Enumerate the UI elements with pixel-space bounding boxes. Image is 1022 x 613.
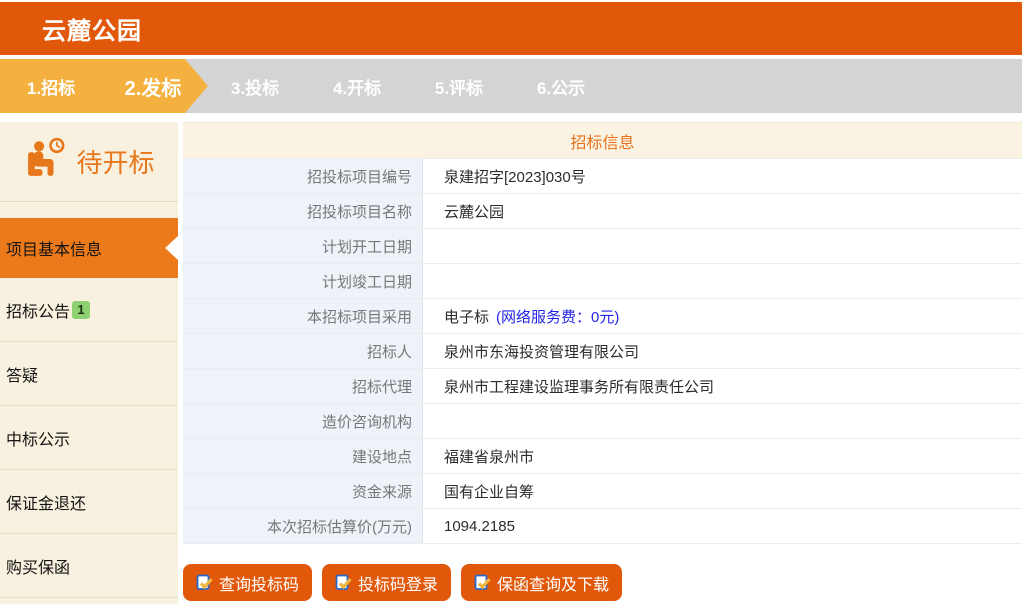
action-button-label: 投标码登录: [358, 571, 438, 595]
row-value-text: 国有企业自筹: [444, 481, 534, 502]
row-value: 泉州市东海投资管理有限公司: [423, 334, 1022, 368]
row-label: 招标人: [183, 334, 423, 368]
action-button-label: 保函查询及下载: [497, 571, 609, 595]
row-value-text: 1094.2185: [444, 518, 515, 535]
row-label: 计划开工日期: [183, 229, 423, 263]
sidebar-item-label: 保证金退还: [6, 490, 86, 514]
step-item[interactable]: 4.开标: [306, 74, 408, 99]
row-label: 招标代理: [183, 369, 423, 403]
sidebar-item-label: 答疑: [6, 362, 38, 386]
row-value: 云麓公园: [423, 194, 1022, 228]
waiting-person-clock-icon: [23, 137, 67, 186]
step-item[interactable]: 6.公示: [510, 74, 612, 99]
step-item[interactable]: 3.投标: [204, 74, 306, 99]
row-label: 招投标项目名称: [183, 194, 423, 228]
row-value: 泉州市工程建设监理事务所有限责任公司: [423, 369, 1022, 403]
table-row: 建设地点 福建省泉州市: [183, 439, 1022, 474]
row-label: 本招标项目采用: [183, 299, 423, 333]
table-title: 招标信息: [183, 123, 1022, 159]
sidebar-menu: 项目基本信息 招标公告 1 答疑 中标公示 保证金退还: [0, 218, 178, 598]
step-item[interactable]: 2.发标: [102, 72, 204, 101]
content-area: 待开标 项目基本信息 招标公告 1 答疑 中标公示: [0, 122, 1022, 604]
row-value: 福建省泉州市: [423, 439, 1022, 473]
row-value: 1094.2185: [423, 509, 1022, 543]
active-item-caret-icon: [165, 236, 178, 260]
form-check-icon: [474, 574, 491, 591]
sidebar-item[interactable]: 保证金退还: [0, 470, 178, 534]
step-item[interactable]: 5.评标: [408, 74, 510, 99]
step-item[interactable]: 1.招标: [0, 74, 102, 99]
sidebar-item-label: 项目基本信息: [6, 236, 102, 260]
row-label: 计划竣工日期: [183, 264, 423, 298]
page-title: 云麓公园: [0, 11, 142, 46]
row-value-text: 泉州市工程建设监理事务所有限责任公司: [444, 376, 714, 397]
row-value: 泉建招字[2023]030号: [423, 159, 1022, 193]
row-value-text: 泉州市东海投资管理有限公司: [444, 341, 639, 362]
sidebar-item[interactable]: 招标公告 1: [0, 278, 178, 342]
status-panel: 待开标: [0, 122, 178, 202]
status-badge: 待开标: [76, 143, 154, 180]
row-label: 资金来源: [183, 474, 423, 508]
sidebar-item-label: 招标公告: [6, 298, 70, 322]
sidebar-item[interactable]: 答疑: [0, 342, 178, 406]
table-row: 招标人 泉州市东海投资管理有限公司: [183, 334, 1022, 369]
row-value: [423, 229, 1022, 263]
main-content: 招标信息 招投标项目编号 泉建招字[2023]030号 招投标项目名称 云麓公园: [183, 122, 1022, 604]
table-row: 资金来源 国有企业自筹: [183, 474, 1022, 509]
table-row: 本次招标估算价(万元) 1094.2185: [183, 509, 1022, 544]
table-row: 计划竣工日期: [183, 264, 1022, 299]
row-value-text: 电子标: [444, 306, 489, 327]
action-button-row: 查询投标码 投标码登录: [183, 564, 1022, 601]
sidebar-item[interactable]: 中标公示: [0, 406, 178, 470]
row-value: [423, 404, 1022, 438]
table-row: 招标代理 泉州市工程建设监理事务所有限责任公司: [183, 369, 1022, 404]
table-row: 招投标项目编号 泉建招字[2023]030号: [183, 159, 1022, 194]
table-row: 本招标项目采用 电子标 (网络服务费：0元): [183, 299, 1022, 334]
step-progress-bar: 1.招标2.发标3.投标4.开标5.评标6.公示: [0, 59, 1022, 113]
table-row: 计划开工日期: [183, 229, 1022, 264]
action-button[interactable]: 保函查询及下载: [461, 564, 622, 601]
table-body: 招投标项目编号 泉建招字[2023]030号 招投标项目名称 云麓公园 计划开工…: [183, 159, 1022, 544]
row-value: 电子标 (网络服务费：0元): [423, 299, 1022, 333]
row-label: 建设地点: [183, 439, 423, 473]
notification-badge: 1: [72, 301, 90, 319]
row-label: 本次招标估算价(万元): [183, 509, 423, 543]
action-button-label: 查询投标码: [219, 571, 299, 595]
row-label: 造价咨询机构: [183, 404, 423, 438]
table-row: 造价咨询机构: [183, 404, 1022, 439]
sidebar-item-label: 购买保函: [6, 554, 70, 578]
row-value-text: 泉建招字[2023]030号: [444, 166, 586, 187]
action-button[interactable]: 查询投标码: [183, 564, 312, 601]
form-check-icon: [335, 574, 352, 591]
sidebar-item-label: 中标公示: [6, 426, 70, 450]
row-value: 国有企业自筹: [423, 474, 1022, 508]
row-value-text: 云麓公园: [444, 201, 504, 222]
row-value: [423, 264, 1022, 298]
sidebar-item[interactable]: 项目基本信息: [0, 218, 178, 278]
action-button[interactable]: 投标码登录: [322, 564, 451, 601]
form-check-icon: [196, 574, 213, 591]
app-header: 云麓公园: [0, 2, 1022, 55]
tender-info-table: 招标信息 招投标项目编号 泉建招字[2023]030号 招投标项目名称 云麓公园: [183, 122, 1022, 544]
table-row: 招投标项目名称 云麓公园: [183, 194, 1022, 229]
row-value-text: 福建省泉州市: [444, 446, 534, 467]
sidebar: 待开标 项目基本信息 招标公告 1 答疑 中标公示: [0, 122, 178, 604]
row-label: 招投标项目编号: [183, 159, 423, 193]
row-value-note: (网络服务费：0元): [496, 306, 619, 327]
sidebar-item[interactable]: 购买保函: [0, 534, 178, 598]
